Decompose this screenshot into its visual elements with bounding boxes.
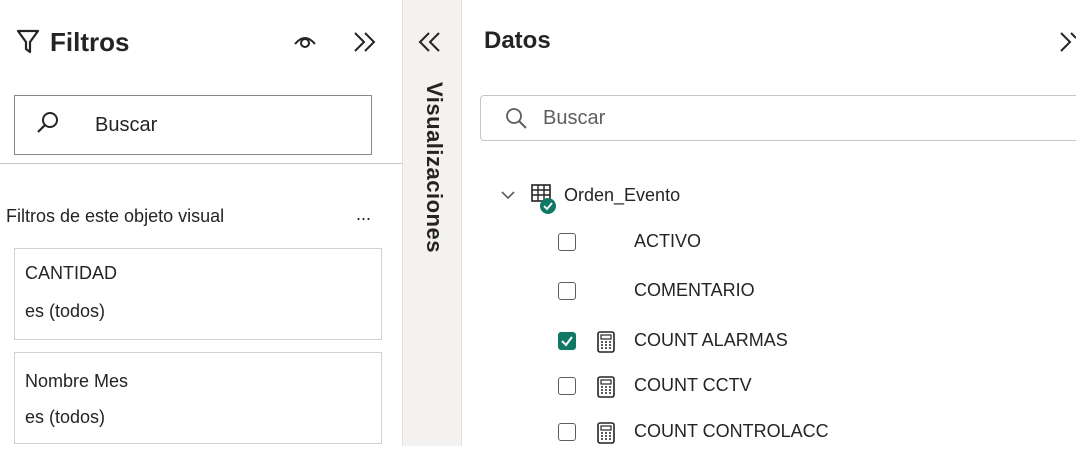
filters-divider: [0, 163, 402, 164]
field-label: COUNT CCTV: [634, 375, 752, 395]
visualizations-label[interactable]: Visualizaciones: [407, 82, 447, 312]
filters-section-label: Filtros de este objeto visual: [6, 206, 225, 226]
filters-search-input[interactable]: Buscar: [14, 95, 372, 155]
data-search-placeholder: Buscar: [543, 107, 606, 129]
field-checkbox-checked[interactable]: [558, 332, 576, 350]
filter-card-cantidad[interactable]: CANTIDAD es (todos): [14, 248, 382, 340]
filter-card-value: es (todos): [25, 301, 106, 321]
filters-search-placeholder: Buscar: [95, 114, 158, 136]
field-row-comentario[interactable]: COMENTARIO: [462, 271, 1076, 311]
filter-card-nombre-mes[interactable]: Nombre Mes es (todos): [14, 352, 382, 444]
expand-visualizations-icon[interactable]: [417, 30, 443, 59]
checkmark-icon: [561, 336, 573, 347]
data-search-input[interactable]: Buscar: [480, 95, 1076, 141]
field-checkbox[interactable]: [558, 282, 576, 300]
data-pane: Datos Buscar Orden_Evento ACTIVO COMENTA…: [462, 0, 1076, 446]
field-label: COMENTARIO: [634, 280, 755, 300]
chevron-down-icon[interactable]: [500, 188, 516, 206]
collapse-filters-icon[interactable]: [352, 30, 378, 59]
filter-card-name: Nombre Mes: [25, 371, 129, 391]
table-icon: [530, 182, 564, 221]
search-icon: [503, 106, 529, 137]
filter-card-value: es (todos): [25, 407, 106, 427]
field-row-count-controlacc[interactable]: COUNT CONTROLACC: [462, 412, 1076, 452]
field-checkbox[interactable]: [558, 423, 576, 441]
eye-icon[interactable]: [292, 30, 318, 57]
field-label: COUNT CONTROLACC: [634, 421, 829, 441]
field-row-count-cctv[interactable]: COUNT CCTV: [462, 366, 1076, 406]
field-row-activo[interactable]: ACTIVO: [462, 222, 1076, 262]
calculator-icon: [596, 376, 616, 403]
field-label: COUNT ALARMAS: [634, 330, 788, 350]
field-checkbox[interactable]: [558, 377, 576, 395]
filters-title: Filtros: [50, 27, 130, 57]
calculator-icon: [596, 331, 616, 358]
filter-card-name: CANTIDAD: [25, 263, 118, 283]
collapse-data-icon[interactable]: [1058, 30, 1076, 59]
search-icon: [35, 110, 61, 141]
field-checkbox[interactable]: [558, 233, 576, 251]
data-title: Datos: [484, 27, 551, 54]
calculator-icon: [596, 422, 616, 449]
filters-pane: Filtros Buscar Filtros de este objeto vi…: [0, 0, 402, 446]
filter-funnel-icon: [16, 28, 40, 61]
visualizations-pane-collapsed[interactable]: Visualizaciones: [402, 0, 462, 446]
field-label: ACTIVO: [634, 231, 702, 251]
table-row-orden-evento[interactable]: Orden_Evento: [462, 176, 1076, 216]
field-row-count-alarmas[interactable]: COUNT ALARMAS: [462, 321, 1076, 361]
more-options-icon[interactable]: ...: [356, 204, 371, 225]
table-name: Orden_Evento: [564, 185, 681, 205]
